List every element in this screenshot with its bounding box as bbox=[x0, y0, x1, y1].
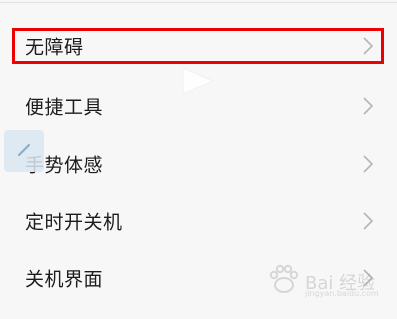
baidu-paw-icon bbox=[269, 264, 299, 293]
chevron-right-icon bbox=[363, 37, 373, 55]
settings-screen: 无障碍 便捷工具 手势体感 定时开关机 关机界面 Bai 经验 jingyan.… bbox=[0, 0, 397, 319]
settings-item-scheduled-power[interactable]: 定时开关机 bbox=[0, 192, 397, 250]
watermark-url: jingyan.baidu.com bbox=[305, 289, 379, 298]
settings-item-label: 定时开关机 bbox=[25, 211, 123, 234]
settings-item-label: 无障碍 bbox=[25, 36, 84, 59]
settings-item-gestures[interactable]: 手势体感 bbox=[0, 135, 397, 193]
baidu-watermark: Bai 经验 jingyan.baidu.com bbox=[265, 257, 385, 301]
settings-item-label: 便捷工具 bbox=[25, 96, 104, 119]
settings-item-label: 关机界面 bbox=[25, 268, 104, 291]
play-icon bbox=[177, 66, 217, 96]
chevron-right-icon bbox=[363, 155, 373, 173]
edit-floating-tab[interactable] bbox=[4, 130, 44, 172]
chevron-right-icon bbox=[363, 212, 373, 230]
chevron-right-icon bbox=[363, 97, 373, 115]
pencil-icon bbox=[17, 143, 31, 157]
